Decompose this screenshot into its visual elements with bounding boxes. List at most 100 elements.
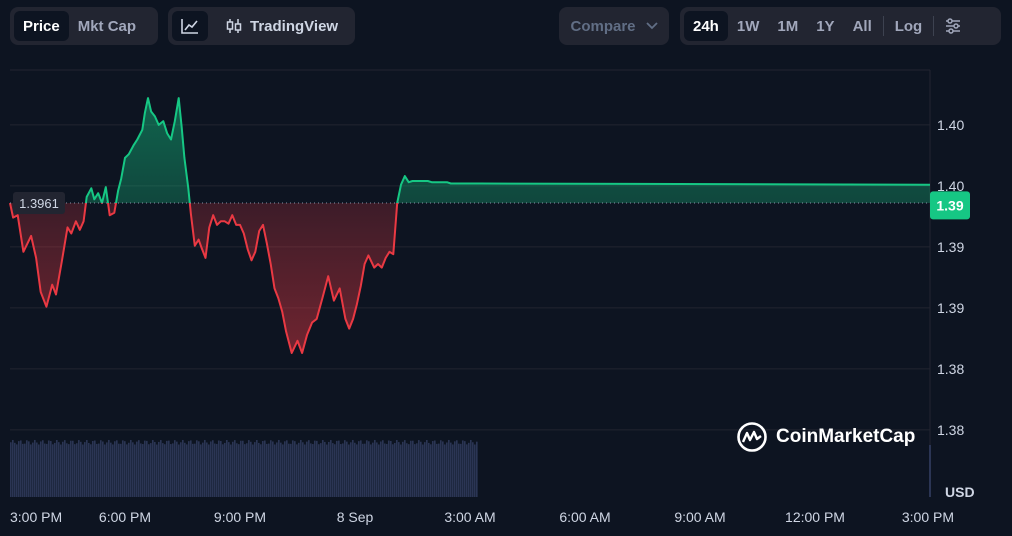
- volume-bar: [240, 440, 242, 497]
- volume-bar: [246, 443, 248, 497]
- x-tick-label: 6:00 AM: [559, 509, 610, 525]
- volume-bar: [260, 444, 262, 497]
- volume-bar: [248, 440, 250, 497]
- volume-bar: [216, 443, 218, 497]
- volume-bar: [92, 440, 94, 497]
- volume-bar: [458, 443, 460, 497]
- volume-bar: [16, 444, 18, 497]
- volume-bar: [466, 444, 468, 497]
- volume-bar: [164, 444, 166, 497]
- volume-bar: [80, 441, 82, 497]
- volume-bar: [338, 440, 340, 497]
- volume-bar: [252, 444, 254, 497]
- volume-bar: [152, 440, 154, 497]
- volume-bar: [280, 442, 282, 497]
- volume-bar: [346, 441, 348, 497]
- volume-bar: [64, 440, 66, 497]
- volume-bar: [416, 443, 418, 497]
- volume-bar: [86, 440, 88, 497]
- volume-bar: [78, 440, 80, 497]
- volume-bar: [42, 440, 44, 497]
- volume-bar: [52, 444, 54, 497]
- volume-bar: [212, 440, 214, 497]
- volume-bar: [200, 444, 202, 497]
- volume-bar: [90, 444, 92, 497]
- price-area-up: [85, 98, 930, 203]
- volume-bar: [228, 442, 230, 497]
- volume-bar: [58, 442, 60, 497]
- volume-bar: [14, 442, 16, 497]
- volume-bar: [358, 441, 360, 497]
- volume-bar: [204, 439, 206, 497]
- volume-bar: [188, 441, 190, 497]
- volume-bar: [436, 443, 438, 497]
- y-tick-label: 1.39: [937, 239, 964, 255]
- volume-bar: [394, 442, 396, 497]
- volume-bar: [312, 444, 314, 497]
- volume-bar: [26, 440, 28, 497]
- volume-bar: [110, 442, 112, 497]
- volume-bar: [196, 440, 198, 497]
- volume-bar: [270, 440, 272, 497]
- volume-bar: [414, 444, 416, 497]
- volume-bar: [178, 444, 180, 497]
- volume-bar: [314, 440, 316, 497]
- volume-bar: [398, 442, 400, 497]
- volume-bar: [238, 444, 240, 497]
- y-tick-label: 1.40: [937, 117, 964, 133]
- x-tick-label: 9:00 PM: [214, 509, 266, 525]
- volume-bar: [412, 440, 414, 497]
- volume-bar: [60, 444, 62, 497]
- volume-bar: [284, 441, 286, 497]
- volume-bar: [174, 440, 176, 497]
- volume-bar: [300, 439, 302, 497]
- volume-bar: [440, 440, 442, 497]
- volume-bar: [438, 443, 440, 497]
- volume-bar: [226, 439, 228, 497]
- volume-bar: [48, 440, 50, 497]
- volume-bar: [194, 443, 196, 497]
- volume-bar: [418, 440, 420, 497]
- volume-bar: [410, 440, 412, 497]
- volume-bar: [324, 441, 326, 497]
- current-price-label: 1.39: [936, 197, 963, 213]
- volume-bar: [176, 441, 178, 497]
- volume-bar: [180, 442, 182, 497]
- volume-bar: [210, 441, 212, 497]
- volume-bar: [184, 442, 186, 497]
- volume-bar: [72, 440, 74, 497]
- x-tick-label: 3:00 PM: [902, 509, 954, 525]
- baseline-label: 1.3961: [19, 196, 59, 211]
- volume-bar: [118, 443, 120, 497]
- volume-bar: [282, 444, 284, 497]
- y-tick-label: 1.39: [937, 300, 964, 316]
- volume-bar: [166, 440, 168, 497]
- volume-bar: [46, 443, 48, 497]
- volume-bar: [302, 442, 304, 497]
- volume-bar: [30, 444, 32, 497]
- price-chart[interactable]: 1.381.381.391.391.401.40USD3:00 PM 6:00 P…: [0, 0, 1012, 536]
- volume-bar: [142, 444, 144, 497]
- volume-bar: [298, 442, 300, 497]
- volume-bar: [124, 441, 126, 497]
- x-tick-label: 3:00 AM: [444, 509, 495, 525]
- volume-bar: [330, 440, 332, 497]
- volume-bar: [222, 444, 224, 497]
- volume-bar: [148, 444, 150, 497]
- volume-bar: [140, 443, 142, 497]
- volume-bar: [292, 440, 294, 497]
- volume-bar: [472, 442, 474, 497]
- volume-bar: [156, 444, 158, 497]
- volume-bar: [168, 440, 170, 497]
- volume-bar: [306, 441, 308, 497]
- volume-bar: [430, 444, 432, 497]
- volume-bar: [158, 441, 160, 497]
- volume-bar: [266, 443, 268, 497]
- volume-bar: [250, 441, 252, 497]
- y-tick-label: 1.38: [937, 361, 964, 377]
- volume-bar: [334, 444, 336, 497]
- volume-bar: [296, 444, 298, 497]
- volume-bar: [454, 441, 456, 497]
- volume-bar: [290, 443, 292, 497]
- volume-bar: [340, 444, 342, 497]
